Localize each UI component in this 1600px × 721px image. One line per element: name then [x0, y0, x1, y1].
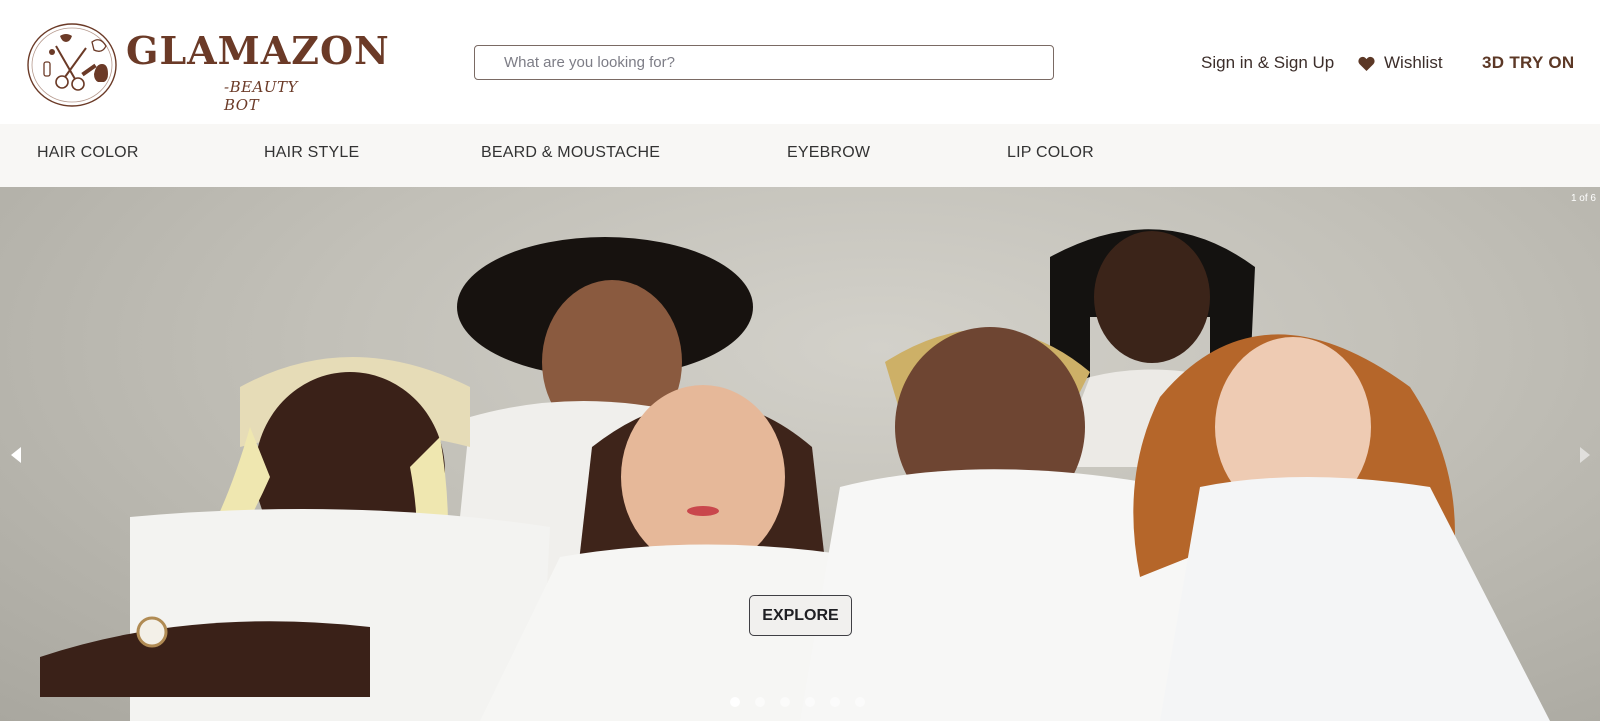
person-red-hair [1133, 334, 1550, 721]
carousel-dot-1[interactable] [730, 697, 740, 707]
brand-wordmark: GLAMAZON [126, 28, 390, 73]
brand-logo[interactable]: GLAMAZON -BEAUTY BOT [26, 22, 389, 114]
brand-tagline: -BEAUTY BOT [224, 78, 298, 114]
carousel-dot-3[interactable] [780, 697, 790, 707]
carousel-dot-6[interactable] [855, 697, 865, 707]
search-input[interactable] [475, 46, 1053, 79]
salon-badge-icon [27, 23, 117, 107]
category-hair-color[interactable]: HAIR COLOR [37, 144, 139, 162]
carousel-dot-4[interactable] [805, 697, 815, 707]
signin-link[interactable]: Sign in & Sign Up [1201, 50, 1334, 76]
carousel-indicators [730, 697, 865, 707]
chevron-left-icon[interactable] [11, 447, 21, 463]
category-nav: HAIR COLOR HAIR STYLE BEARD & MOUSTACHE … [0, 124, 1600, 187]
search-box [474, 45, 1054, 80]
wishlist-link[interactable]: Wishlist [1358, 50, 1443, 76]
explore-button[interactable]: EXPLORE [749, 595, 852, 636]
heart-icon [1358, 56, 1375, 71]
category-beard-moustache[interactable]: BEARD & MOUSTACHE [481, 144, 660, 162]
wishlist-label: Wishlist [1384, 53, 1443, 72]
site-header: GLAMAZON -BEAUTY BOT Sign in & Sign Up W… [0, 0, 1600, 124]
slide-counter: 1 of 6 [1570, 193, 1596, 204]
chevron-right-icon[interactable] [1580, 447, 1590, 463]
hero-group-photo [40, 229, 1550, 721]
category-eyebrow[interactable]: EYEBROW [787, 144, 870, 162]
category-hair-style[interactable]: HAIR STYLE [264, 144, 359, 162]
3d-try-on-link[interactable]: 3D TRY ON [1482, 50, 1574, 76]
carousel-dot-5[interactable] [830, 697, 840, 707]
person-braids [40, 357, 550, 721]
category-lip-color[interactable]: LIP COLOR [1007, 144, 1094, 162]
hero-carousel: 1 of 6 EXPLORE [0, 187, 1600, 721]
carousel-dot-2[interactable] [755, 697, 765, 707]
